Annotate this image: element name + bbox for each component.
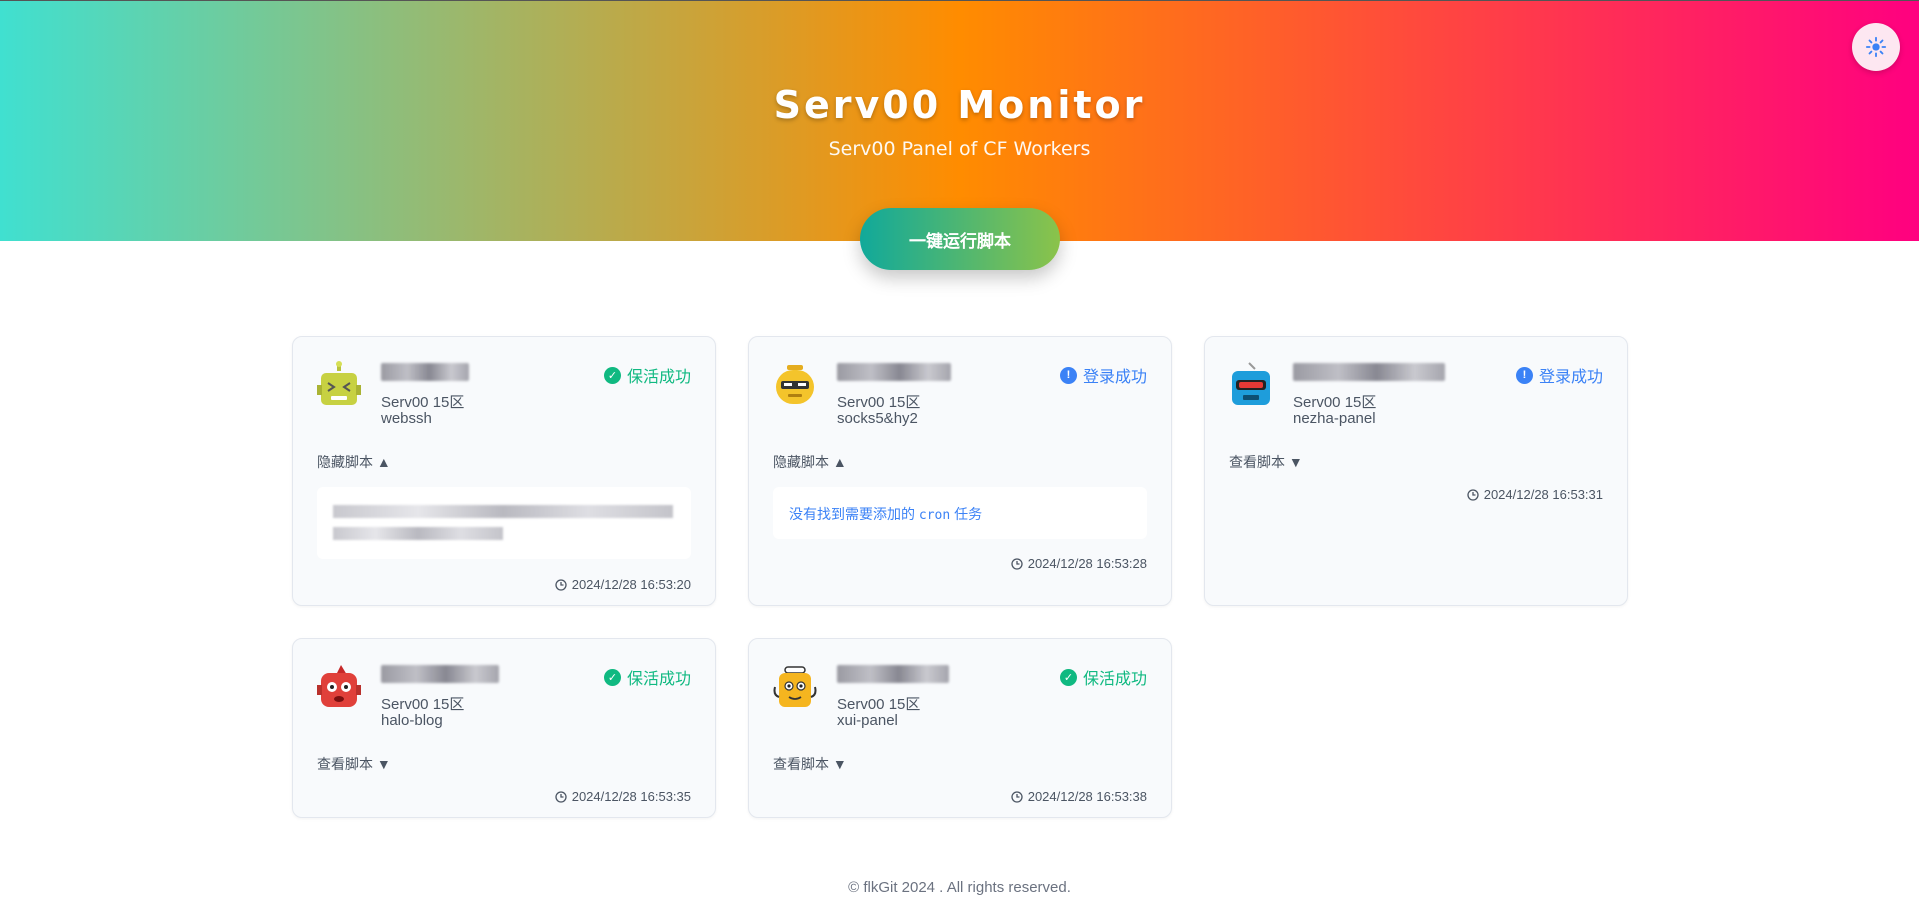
footer-copyright: © flkGit 2024 . All rights reserved.: [848, 879, 1071, 896]
account-name-redacted: [381, 363, 469, 381]
account-name-redacted: [837, 665, 949, 683]
service-label: webssh: [381, 410, 432, 427]
status-badge: ✓ 保活成功: [1059, 665, 1147, 689]
service-label: nezha-panel: [1293, 410, 1376, 427]
info-circle-icon: !: [1515, 366, 1533, 384]
sun-icon: [1865, 36, 1887, 58]
account-card: Serv00 15区 socks5&hy2 ! 登录成功 隐藏脚本 ▲ 没有找到…: [748, 336, 1172, 606]
script-message: 没有找到需要添加的 cron 任务: [789, 506, 983, 523]
page-subtitle: Serv00 Panel of CF Workers: [828, 138, 1091, 160]
toggle-script-button[interactable]: 查看脚本 ▼: [317, 754, 391, 774]
robot-avatar-icon: [776, 365, 814, 404]
check-circle-icon: ✓: [603, 668, 621, 686]
page-title: Serv00 Monitor: [773, 83, 1146, 127]
header-banner: Serv00 Monitor Serv00 Panel of CF Worker…: [0, 0, 1919, 241]
script-line-redacted: [333, 505, 673, 518]
account-name-redacted: [381, 665, 499, 683]
clock-icon: [1011, 790, 1023, 803]
service-label: halo-blog: [381, 712, 443, 729]
timestamp: 2024/12/28 16:53:31: [1467, 487, 1603, 502]
server-label: Serv00 15区: [381, 394, 465, 411]
robot-avatar-icon: [317, 361, 361, 405]
status-badge: ! 登录成功: [1059, 363, 1147, 387]
server-label: Serv00 15区: [1293, 394, 1377, 411]
check-circle-icon: ✓: [603, 366, 621, 384]
toggle-script-button[interactable]: 隐藏脚本 ▲: [317, 452, 391, 472]
server-label: Serv00 15区: [837, 696, 921, 713]
service-label: socks5&hy2: [837, 410, 918, 427]
timestamp: 2024/12/28 16:53:35: [555, 789, 691, 804]
account-card: Serv00 15区 nezha-panel ! 登录成功 查看脚本 ▼ 202…: [1204, 336, 1628, 606]
account-card: Serv00 15区 halo-blog ✓ 保活成功 查看脚本 ▼ 2024/…: [292, 638, 716, 818]
info-circle-icon: !: [1059, 366, 1077, 384]
timestamp: 2024/12/28 16:53:20: [555, 577, 691, 592]
timestamp: 2024/12/28 16:53:38: [1011, 789, 1147, 804]
account-card: Serv00 15区 xui-panel ✓ 保活成功 查看脚本 ▼ 2024/…: [748, 638, 1172, 818]
account-name-redacted: [1293, 363, 1445, 381]
robot-avatar-icon: [1232, 362, 1270, 405]
status-badge: ! 登录成功: [1515, 363, 1603, 387]
clock-icon: [555, 578, 567, 591]
script-output: 没有找到需要添加的 cron 任务: [773, 487, 1147, 539]
clock-icon: [1467, 488, 1479, 501]
account-card: Serv00 15区 webssh ✓ 保活成功 隐藏脚本 ▲ 2024/12/…: [292, 336, 716, 606]
robot-avatar-icon: [773, 666, 817, 707]
account-name-redacted: [837, 363, 951, 381]
robot-avatar-icon: [317, 665, 361, 707]
script-line-redacted: [333, 527, 503, 540]
clock-icon: [555, 790, 567, 803]
toggle-script-button[interactable]: 查看脚本 ▼: [1229, 452, 1303, 472]
service-label: xui-panel: [837, 712, 898, 729]
toggle-script-button[interactable]: 查看脚本 ▼: [773, 754, 847, 774]
clock-icon: [1011, 557, 1023, 570]
theme-toggle-button[interactable]: [1852, 23, 1900, 71]
run-script-button[interactable]: 一键运行脚本: [860, 208, 1060, 270]
server-label: Serv00 15区: [381, 696, 465, 713]
toggle-script-button[interactable]: 隐藏脚本 ▲: [773, 452, 847, 472]
status-badge: ✓ 保活成功: [603, 665, 691, 689]
check-circle-icon: ✓: [1059, 668, 1077, 686]
script-output: [317, 487, 691, 559]
server-label: Serv00 15区: [837, 394, 921, 411]
timestamp: 2024/12/28 16:53:28: [1011, 556, 1147, 571]
status-badge: ✓ 保活成功: [603, 363, 691, 387]
